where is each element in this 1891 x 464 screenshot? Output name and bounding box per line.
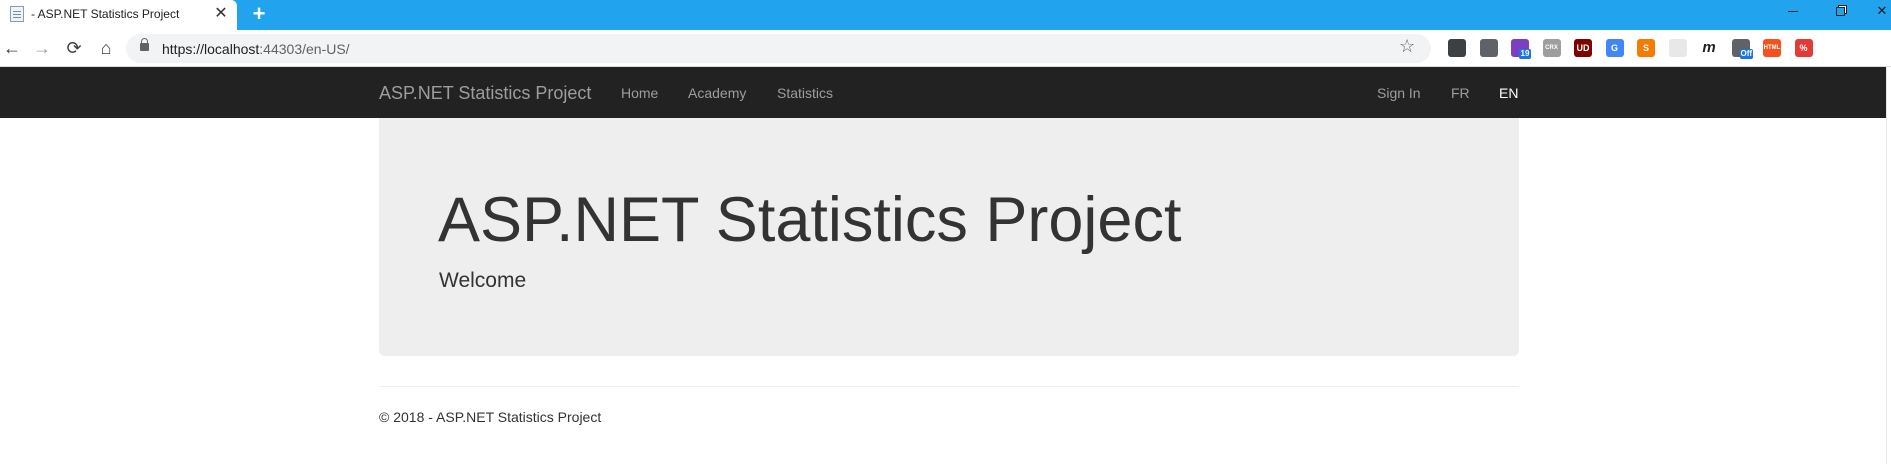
page-scrollbar[interactable] — [1886, 67, 1891, 464]
back-arrow-icon[interactable]: ← — [0, 36, 24, 60]
tab-close-icon[interactable]: ✕ — [212, 4, 230, 24]
restore-icon — [1835, 7, 1845, 17]
sider-extension-icon[interactable]: S — [1637, 39, 1655, 57]
percent-extension-icon[interactable]: % — [1794, 39, 1813, 57]
page-favicon-icon — [10, 6, 24, 22]
window-close-button[interactable]: ✕ — [1862, 0, 1891, 22]
window-minimize-button[interactable] — [1773, 0, 1813, 22]
url-path: :44303/en-US/ — [259, 41, 350, 57]
bookmark-star-icon[interactable]: ☆ — [1399, 36, 1415, 57]
nav-link-academy[interactable]: Academy — [688, 85, 746, 101]
welcome-text: Welcome — [439, 269, 527, 292]
nav-link-home[interactable]: Home — [621, 85, 658, 101]
page-title: ASP.NET Statistics Project — [438, 185, 1182, 255]
browser-toolbar: ← → ⟳ ⌂ https://localhost:44303/en-US/ ☆… — [0, 30, 1891, 67]
reload-icon[interactable]: ⟳ — [62, 36, 86, 60]
forward-arrow-icon[interactable]: → — [30, 36, 54, 60]
browser-tab[interactable]: - ASP.NET Statistics Project ✕ — [0, 0, 237, 30]
cookie-extension-icon[interactable]: Off — [1731, 39, 1754, 59]
clipboard-extension-icon[interactable] — [1479, 39, 1498, 57]
lock-icon[interactable] — [140, 38, 149, 51]
new-tab-button[interactable]: + — [248, 3, 270, 25]
url-text[interactable]: https://localhost:44303/en-US/ — [162, 41, 350, 57]
footer-copyright: © 2018 - ASP.NET Statistics Project — [379, 409, 602, 425]
navbar-brand[interactable]: ASP.NET Statistics Project — [379, 83, 591, 104]
ublock-origin-icon[interactable]: UD — [1574, 39, 1592, 57]
browser-tab-strip: - ASP.NET Statistics Project ✕ + ✕ — [0, 0, 1891, 30]
language-en-link[interactable]: EN — [1499, 85, 1518, 101]
tab-title: - ASP.NET Statistics Project — [31, 7, 180, 21]
m-extension-icon[interactable]: m — [1700, 39, 1718, 57]
counter-extension-icon[interactable]: 19 — [1511, 39, 1531, 59]
address-bar[interactable]: https://localhost:44303/en-US/ ☆ — [126, 34, 1431, 63]
html-extension-icon[interactable]: HTML — [1763, 39, 1781, 57]
site-navbar: ASP.NET Statistics Project Home Academy … — [0, 67, 1886, 118]
nav-link-sign-in[interactable]: Sign In — [1377, 85, 1421, 101]
minimize-icon — [1788, 11, 1798, 13]
google-translate-icon[interactable]: G — [1605, 39, 1624, 57]
eyedropper-extension-icon[interactable] — [1448, 39, 1466, 57]
home-icon[interactable]: ⌂ — [94, 36, 118, 60]
language-fr-link[interactable]: FR — [1451, 85, 1470, 101]
crx-extension-icon[interactable]: CRX — [1542, 39, 1561, 57]
extension-badge: Off — [1739, 49, 1754, 59]
nav-link-statistics[interactable]: Statistics — [777, 85, 833, 101]
jumbotron: ASP.NET Statistics Project Welcome — [379, 118, 1519, 356]
footer-divider — [379, 386, 1519, 387]
blank-extension-icon[interactable] — [1668, 39, 1687, 57]
extension-badge: 19 — [1519, 49, 1531, 59]
window-restore-button[interactable] — [1820, 0, 1860, 22]
url-host: https://localhost — [162, 41, 260, 57]
